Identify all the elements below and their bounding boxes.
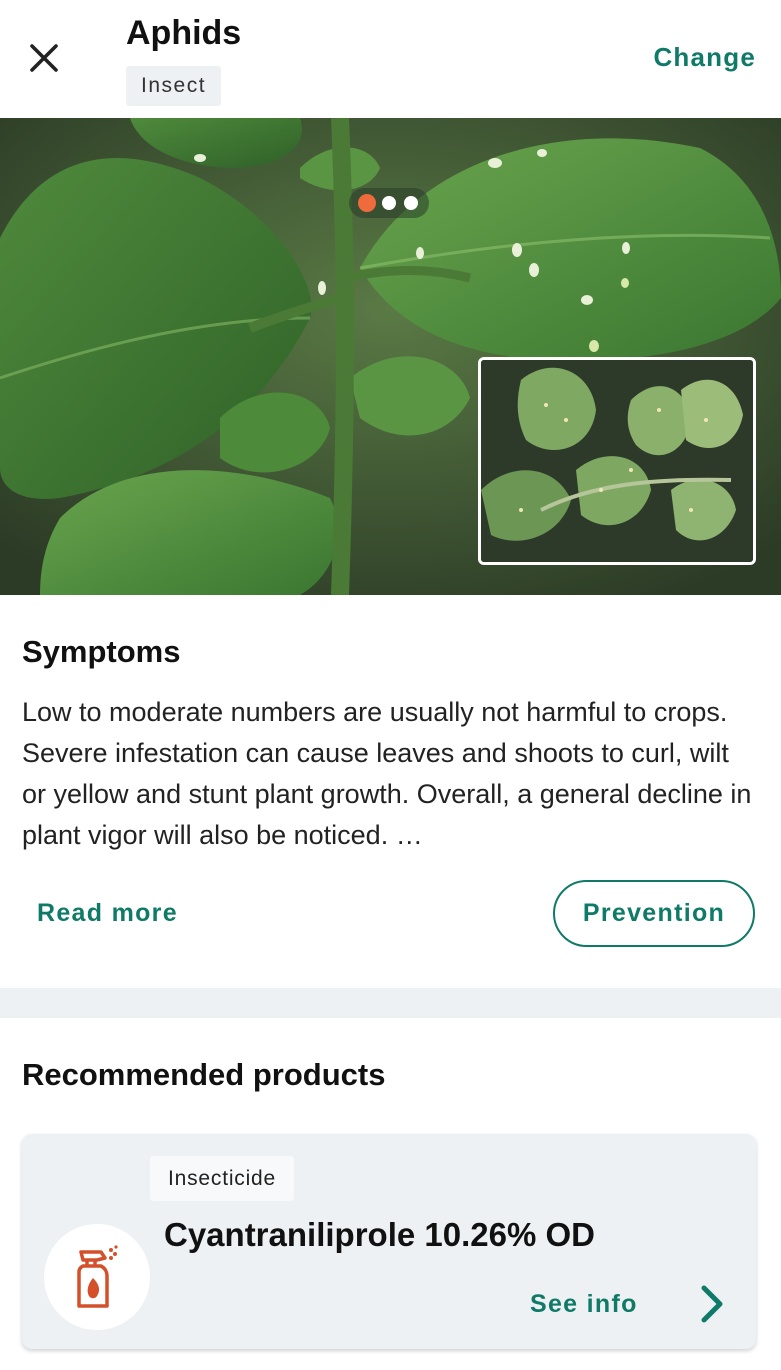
product-icon-container (44, 1224, 150, 1330)
read-more-link[interactable]: Read more (37, 899, 178, 928)
close-icon (30, 44, 58, 72)
type-badge: Insect (126, 66, 222, 106)
section-divider (0, 988, 781, 1018)
product-card[interactable]: Insecticide Cyantraniliprole 10.26% OD S… (22, 1134, 756, 1349)
symptoms-heading: Symptoms (22, 634, 181, 669)
change-button[interactable]: Change (653, 42, 756, 73)
gallery-pager (349, 188, 429, 218)
spray-bottle-icon (77, 1245, 118, 1308)
pager-dot-active[interactable] (358, 194, 376, 212)
product-name: Cyantraniliprole 10.26% OD (164, 1216, 595, 1253)
top-bar: Aphids Insect Change (0, 0, 781, 118)
close-button[interactable] (20, 34, 68, 82)
hero-image[interactable] (0, 118, 781, 595)
pager-dot[interactable] (382, 196, 396, 210)
pager-dot[interactable] (404, 196, 418, 210)
thumbnail-image[interactable] (478, 357, 756, 565)
thumbnail-photo (481, 360, 753, 562)
page-title: Aphids (126, 14, 242, 52)
chevron-right-icon[interactable] (694, 1284, 728, 1324)
see-info-link[interactable]: See info (530, 1290, 638, 1319)
product-category-badge: Insecticide (150, 1156, 295, 1201)
recommended-products-heading: Recommended products (22, 1057, 386, 1092)
symptoms-description: Low to moderate numbers are usually not … (22, 697, 752, 850)
prevention-button[interactable]: Prevention (553, 880, 755, 947)
